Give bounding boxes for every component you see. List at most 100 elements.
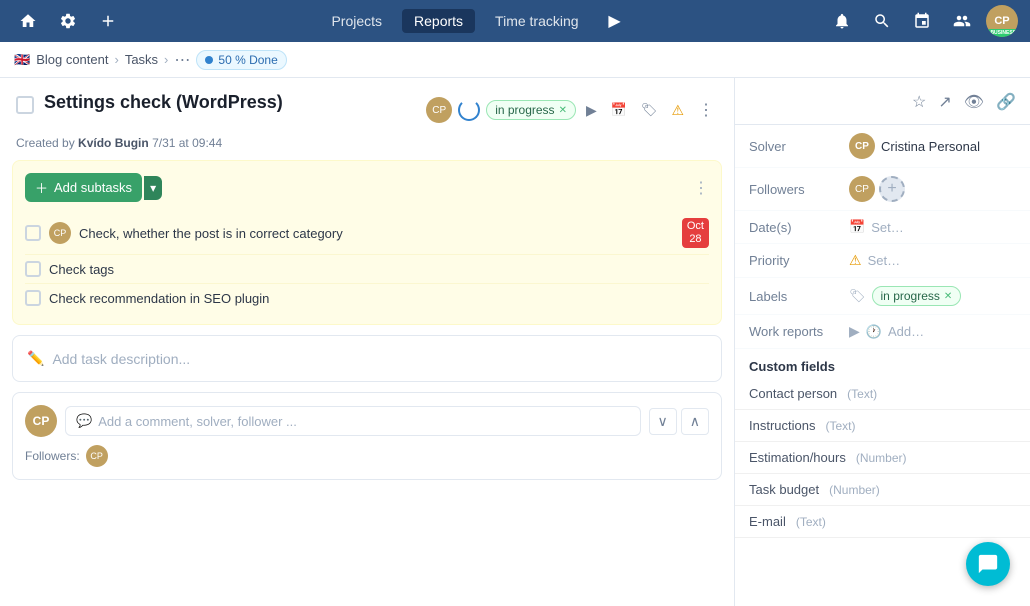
task-tag-btn[interactable]: 🏷 [637,98,662,122]
priority-set-link[interactable]: Set… [868,253,901,268]
task-timer [458,99,480,121]
followers-field: Followers CP + [735,168,1030,211]
main-layout: Settings check (WordPress) CP in progres… [0,78,1030,606]
labels-status-badge: in progress ✕ [872,286,962,306]
home-icon[interactable] [12,5,44,37]
custom-field-3[interactable]: Task budget (Number) [735,474,1030,506]
subtask-checkbox-0[interactable] [25,225,41,241]
subtask-item: Check recommendation in SEO plugin [25,284,709,312]
subtask-avatar-0: CP [49,222,71,244]
comment-follower-avatar: CP [86,445,108,467]
custom-field-name-2: Estimation/hours [749,450,846,465]
team-icon[interactable] [946,5,978,37]
subtask-checkbox-2[interactable] [25,290,41,306]
calendar-nav-icon[interactable] [906,5,938,37]
settings-icon[interactable] [52,5,84,37]
breadcrumb-flag: 🇬🇧 [14,52,30,68]
search-icon[interactable] [866,5,898,37]
custom-field-1[interactable]: Instructions(Text) [735,410,1030,442]
custom-field-name-4: E-mail [749,514,786,529]
subtasks-area: ＋ Add subtasks ▾ ⋮ CP Check, whether the… [12,160,722,325]
subtask-checkbox-1[interactable] [25,261,41,277]
priority-field: Priority ⚠ Set… [735,244,1030,278]
custom-fields-list: Contact person(Text)Instructions(Text)Es… [735,378,1030,538]
subtasks-more-btn[interactable]: ⋮ [693,178,709,198]
breadcrumb-more[interactable]: ⋯ [174,50,190,70]
custom-field-4[interactable]: E-mail (Text) [735,506,1030,538]
subtask-item: CP Check, whether the post is in correct… [25,212,709,255]
custom-field-2[interactable]: Estimation/hours (Number) [735,442,1030,474]
expand-up-btn[interactable]: ∧ [681,408,709,435]
dates-value: 📅 Set… [849,219,1016,235]
priority-value: ⚠ Set… [849,252,1016,269]
task-status-badge: in progress ✕ [486,100,576,120]
breadcrumb: 🇬🇧 Blog content › Tasks › ⋯ 50 % Done [0,42,1030,78]
add-icon[interactable] [92,5,124,37]
comment-input[interactable]: 💬 Add a comment, solver, follower ... [65,406,641,436]
task-checkbox[interactable] [16,96,34,114]
subtask-date-0: Oct28 [682,218,709,248]
comment-followers: Followers: CP [25,437,709,467]
task-header: Settings check (WordPress) CP in progres… [0,78,734,132]
label-remove-btn[interactable]: ✕ [944,291,952,302]
breadcrumb-tasks[interactable]: Tasks [125,52,158,67]
priority-label: Priority [749,253,839,268]
progress-dot [205,56,213,64]
projects-nav-link[interactable]: Projects [319,9,394,33]
top-navigation: Projects Reports Time tracking ▶ CP BUSI… [0,0,1030,42]
comment-header: CP 💬 Add a comment, solver, follower ...… [25,405,709,437]
labels-label: Labels [749,289,839,304]
comment-arrows: ∨ ∧ [649,408,710,435]
add-subtask-group: ＋ Add subtasks ▾ [25,173,162,202]
custom-field-type-3: (Number) [829,483,880,497]
work-reports-label: Work reports [749,324,839,339]
task-alert-btn[interactable]: ⚠ [667,98,688,123]
solver-avatar: CP [849,133,875,159]
subtask-label-1: Check tags [49,262,709,277]
add-subtask-dropdown-btn[interactable]: ▾ [144,176,162,200]
work-reports-value: ▶ 🕐 Add… [849,323,1016,340]
chat-button[interactable] [966,542,1010,586]
dates-set-link[interactable]: Set… [871,220,904,235]
solver-label: Solver [749,139,839,154]
custom-field-0[interactable]: Contact person(Text) [735,378,1030,410]
edit-icon: ✏️ [27,350,44,367]
task-description-area[interactable]: ✏️ Add task description... [12,335,722,382]
labels-value: 🏷 in progress ✕ [849,286,1016,306]
task-more-btn[interactable]: ⋮ [694,96,718,124]
add-subtask-btn[interactable]: ＋ Add subtasks [25,173,142,202]
followers-value: CP + [849,176,1016,202]
link-icon[interactable]: 🔗 [992,88,1020,116]
expand-down-btn[interactable]: ∨ [649,408,677,435]
play-nav-icon[interactable]: ▶ [599,5,631,37]
left-panel: Settings check (WordPress) CP in progres… [0,78,735,606]
right-panel: ☆ ↗ 👁 🔗 Solver CP Cristina Personal Foll… [735,78,1030,606]
custom-field-type-4: (Text) [796,515,826,529]
reports-nav-link[interactable]: Reports [402,9,475,33]
custom-field-type-2: (Number) [856,451,907,465]
task-play-btn[interactable]: ▶ [582,98,601,123]
custom-field-name-0: Contact person [749,386,837,401]
business-badge: BUSINESS [988,29,1018,37]
star-icon[interactable]: ☆ [908,88,930,116]
comment-area: CP 💬 Add a comment, solver, follower ...… [12,392,722,480]
right-panel-icons: ☆ ↗ 👁 🔗 [735,88,1030,125]
share-icon[interactable]: ↗ [934,88,955,116]
notifications-icon[interactable] [826,5,858,37]
subtask-item: Check tags [25,255,709,284]
work-reports-add-link[interactable]: Add… [888,324,924,339]
custom-field-name-1: Instructions [749,418,815,433]
work-reports-field: Work reports ▶ 🕐 Add… [735,315,1030,349]
progress-badge: 50 % Done [196,50,286,70]
status-remove-btn[interactable]: ✕ [559,105,567,116]
custom-field-name-3: Task budget [749,482,819,497]
task-calendar-btn[interactable]: 📅 [607,98,631,122]
custom-fields-header: Custom fields [735,349,1030,378]
dates-label: Date(s) [749,220,839,235]
timetracking-nav-link[interactable]: Time tracking [483,9,591,33]
task-assignee-avatar: CP [426,97,452,123]
breadcrumb-project[interactable]: Blog content [36,52,108,67]
eye-icon[interactable]: 👁 [960,88,988,116]
add-follower-btn[interactable]: + [879,176,905,202]
user-avatar[interactable]: CP BUSINESS [986,5,1018,37]
